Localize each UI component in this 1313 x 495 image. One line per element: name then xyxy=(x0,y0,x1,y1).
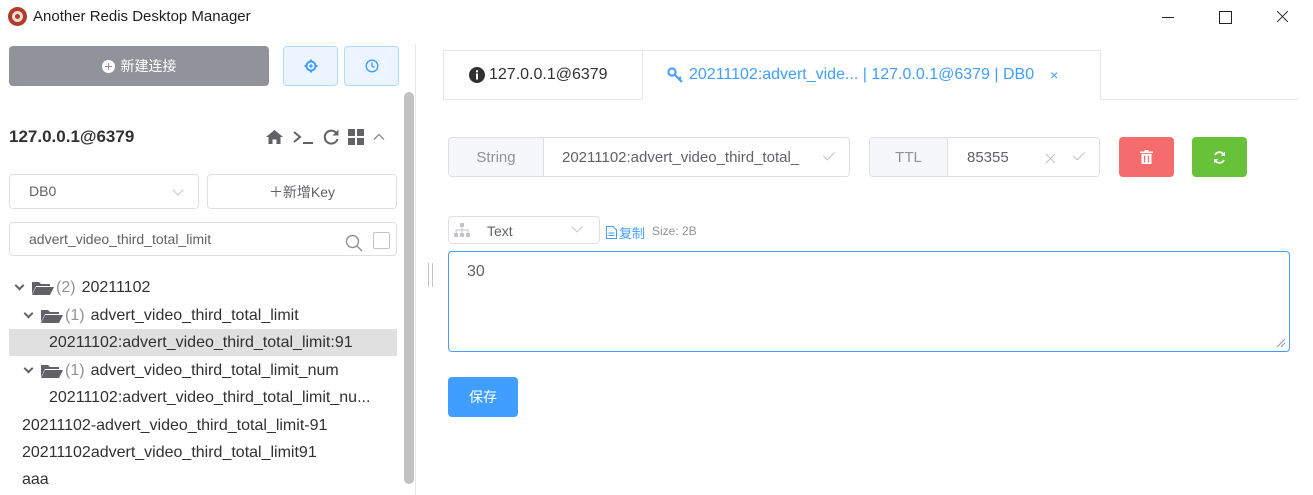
ttl-group: TTL 85355 xyxy=(869,137,1100,177)
tree-key[interactable]: 20211102advert_video_third_total_limit91 xyxy=(22,439,317,466)
tab-server-info[interactable]: 127.0.0.1@6379 xyxy=(443,50,643,100)
new-connection-button[interactable]: 新建连接 xyxy=(9,46,269,86)
chevron-up-icon[interactable] xyxy=(372,127,386,147)
tree-count: (1) xyxy=(65,361,85,379)
delete-key-button[interactable] xyxy=(1119,137,1174,177)
key-search-input[interactable]: advert_video_third_total_limit xyxy=(9,222,397,256)
tree-label: 20211102:advert_video_third_total_limit_… xyxy=(49,388,371,406)
tab-key-detail[interactable]: 20211102:advert_vide... | 127.0.0.1@6379… xyxy=(643,50,1101,100)
refresh-icon xyxy=(1214,150,1225,164)
tree-label: advert_video_third_total_limit xyxy=(90,306,299,324)
db-select[interactable]: DB0 xyxy=(9,174,199,209)
tree-label: 20211102:advert_video_third_total_limit:… xyxy=(49,333,353,351)
search-icon[interactable] xyxy=(345,231,363,263)
tree-label: 20211102advert_video_third_total_limit91 xyxy=(22,443,317,461)
key-name-input[interactable]: 20211102:advert_video_third_total_ xyxy=(544,138,849,176)
info-icon xyxy=(469,67,485,83)
confirm-ttl-icon[interactable] xyxy=(1072,148,1086,161)
history-button[interactable] xyxy=(344,46,399,86)
ttl-label: TTL xyxy=(870,138,948,176)
tab-label: 127.0.0.1@6379 xyxy=(489,66,608,83)
tree-label: advert_video_third_total_limit_num xyxy=(90,361,339,379)
tree-folder-advert-limit[interactable]: (1) advert_video_third_total_limit xyxy=(23,302,299,329)
tree-label: 20211102 xyxy=(81,278,151,296)
clock-icon xyxy=(364,59,379,73)
title-bar: Another Redis Desktop Manager xyxy=(0,0,1313,34)
view-format-value: Text xyxy=(487,223,513,239)
caret-down-icon xyxy=(14,280,25,291)
key-type-label: String xyxy=(449,138,544,176)
gear-icon xyxy=(304,59,317,73)
tree-key[interactable]: aaa xyxy=(22,466,49,493)
panel-resize-handle[interactable] xyxy=(428,263,433,287)
plus-circle-icon xyxy=(101,59,115,73)
folder-open-icon xyxy=(32,281,54,295)
chevron-down-icon xyxy=(172,184,184,196)
tab-label: 20211102:advert_vide... | 127.0.0.1@6379… xyxy=(689,66,1035,83)
confirm-rename-icon[interactable] xyxy=(822,148,836,161)
ttl-input[interactable]: 85355 xyxy=(948,138,1099,176)
caret-down-icon xyxy=(23,308,34,319)
close-tab-icon[interactable]: × xyxy=(1050,67,1058,83)
tree-count: (1) xyxy=(65,306,85,324)
copy-label: 复制 xyxy=(619,226,646,241)
exact-match-checkbox[interactable] xyxy=(373,232,390,249)
view-format-select[interactable]: Text xyxy=(448,216,600,244)
folder-open-icon xyxy=(41,364,63,378)
window-title: Another Redis Desktop Manager xyxy=(33,8,251,25)
caret-down-icon xyxy=(23,363,34,374)
add-key-button[interactable]: ＋新增Key xyxy=(207,174,397,209)
tree-key[interactable]: 20211102:advert_video_third_total_limit_… xyxy=(49,384,370,411)
value-size: Size: 2B xyxy=(652,224,697,238)
key-name-value: 20211102:advert_video_third_total_ xyxy=(562,148,800,166)
key-icon xyxy=(667,67,683,83)
ttl-value: 85355 xyxy=(967,148,1009,166)
close-window-button[interactable] xyxy=(1264,4,1300,30)
tree-folder-advert-limit-num[interactable]: (1) advert_video_third_total_limit_num xyxy=(23,357,339,384)
clear-ttl-icon[interactable] xyxy=(1044,152,1056,164)
refresh-key-button[interactable] xyxy=(1192,137,1247,177)
chevron-down-icon xyxy=(571,221,583,233)
home-icon[interactable] xyxy=(265,127,284,147)
sidebar-divider xyxy=(415,44,416,495)
sidebar-scrollbar-thumb[interactable] xyxy=(404,92,414,484)
connection-name[interactable]: 127.0.0.1@6379 xyxy=(9,127,134,147)
value-editor[interactable]: 30 xyxy=(448,251,1290,352)
app-logo-icon xyxy=(8,7,27,26)
maximize-button[interactable] xyxy=(1207,4,1243,30)
resize-grip-icon[interactable] xyxy=(1276,338,1286,348)
key-search-value: advert_video_third_total_limit xyxy=(29,231,212,247)
refresh-icon[interactable] xyxy=(322,127,340,147)
document-icon xyxy=(606,226,617,239)
db-select-value: DB0 xyxy=(29,183,57,199)
grid-icon[interactable] xyxy=(348,127,364,147)
connection-toolbar xyxy=(265,127,386,147)
minimize-button[interactable] xyxy=(1150,4,1186,30)
trash-icon xyxy=(1140,150,1153,164)
new-connection-label: 新建连接 xyxy=(120,58,177,74)
tree-folder-20211102[interactable]: (2) 20211102 xyxy=(14,274,151,301)
tree-label: 20211102-advert_video_third_total_limit-… xyxy=(22,416,328,434)
folder-open-icon xyxy=(41,309,63,323)
tree-key[interactable]: 20211102-advert_video_third_total_limit-… xyxy=(22,412,327,439)
save-button[interactable]: 保存 xyxy=(448,377,518,417)
tree-count: (2) xyxy=(56,278,76,296)
copy-value-button[interactable]: 复制 xyxy=(606,223,645,242)
terminal-icon[interactable] xyxy=(292,127,314,147)
tree-label: aaa xyxy=(22,470,49,488)
tree-key-selected[interactable]: 20211102:advert_video_third_total_limit:… xyxy=(9,329,397,356)
settings-button[interactable] xyxy=(283,46,338,86)
sitemap-icon xyxy=(454,223,470,237)
key-name-group: String 20211102:advert_video_third_total… xyxy=(448,137,850,177)
